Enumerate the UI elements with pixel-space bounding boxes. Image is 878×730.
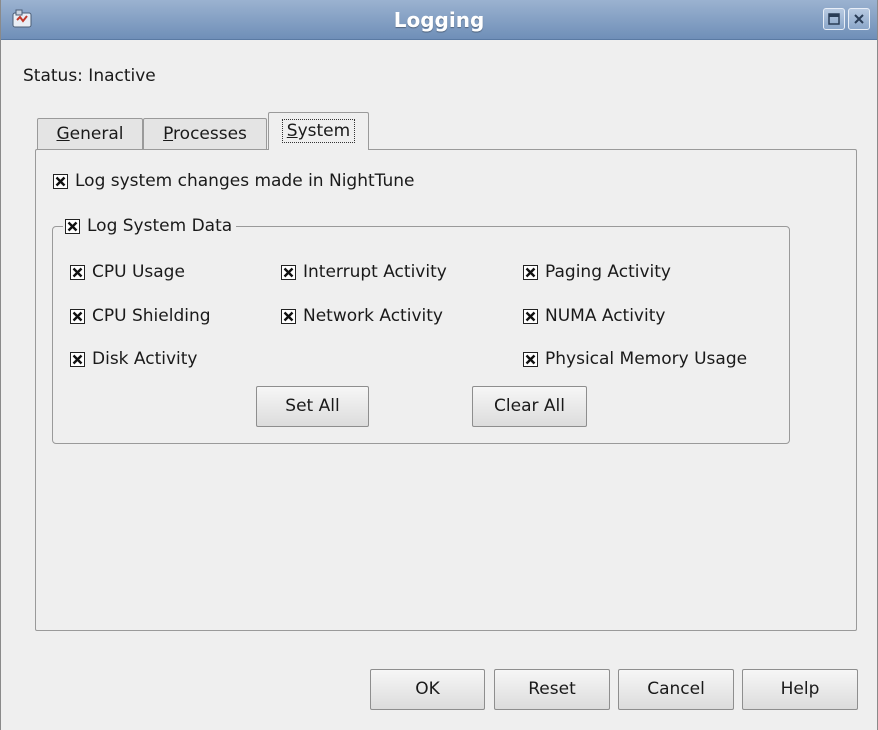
set-all-button[interactable]: Set All	[256, 386, 369, 427]
checkbox-checked-icon[interactable]	[523, 264, 538, 280]
ok-button[interactable]: OK	[370, 669, 485, 710]
checkbox-checked-icon[interactable]	[523, 308, 538, 324]
tab-system-label: ystem	[297, 121, 351, 141]
checkbox-checked-icon[interactable]	[65, 218, 80, 234]
status-label: Status: Inactive	[23, 66, 156, 86]
checkbox-checked-icon[interactable]	[281, 308, 296, 324]
help-button[interactable]: Help	[742, 669, 858, 710]
log-system-data-group	[52, 226, 790, 444]
network-activity-checkbox[interactable]: Network Activity	[281, 306, 443, 326]
log-changes-checkbox[interactable]: Log system changes made in NightTune	[53, 171, 414, 191]
tab-processes[interactable]: Processes	[143, 118, 267, 150]
tab-general-mnemonic: G	[56, 124, 70, 144]
tab-system[interactable]: System	[268, 112, 369, 150]
window-title: Logging	[393, 8, 485, 32]
checkbox-checked-icon[interactable]	[70, 264, 85, 280]
logging-window: Logging Status: Inactive General Process…	[0, 0, 878, 730]
maximize-icon[interactable]	[823, 8, 845, 30]
cancel-button[interactable]: Cancel	[618, 669, 734, 710]
tab-system-focus: System	[281, 119, 356, 143]
reset-button[interactable]: Reset	[494, 669, 610, 710]
numa-activity-label: NUMA Activity	[545, 306, 666, 326]
cpu-shielding-label: CPU Shielding	[92, 306, 211, 326]
numa-activity-checkbox[interactable]: NUMA Activity	[523, 306, 665, 326]
cpu-usage-label: CPU Usage	[92, 262, 185, 282]
tab-processes-mnemonic: P	[163, 124, 174, 144]
clear-all-button[interactable]: Clear All	[472, 386, 587, 427]
cpu-shielding-checkbox[interactable]: CPU Shielding	[70, 306, 211, 326]
interrupt-activity-checkbox[interactable]: Interrupt Activity	[281, 262, 447, 282]
tab-general-label: eneral	[69, 124, 124, 144]
title-bar[interactable]: Logging	[1, 0, 877, 40]
checkbox-checked-icon[interactable]	[523, 351, 538, 367]
paging-activity-checkbox[interactable]: Paging Activity	[523, 262, 671, 282]
log-system-data-label: Log System Data	[87, 216, 233, 236]
checkbox-checked-icon[interactable]	[53, 173, 68, 189]
disk-activity-label: Disk Activity	[92, 349, 198, 369]
close-icon[interactable]	[848, 8, 870, 30]
physical-memory-usage-label: Physical Memory Usage	[545, 349, 748, 369]
checkbox-checked-icon[interactable]	[70, 351, 85, 367]
physical-memory-usage-checkbox[interactable]: Physical Memory Usage	[523, 349, 747, 369]
cpu-usage-checkbox[interactable]: CPU Usage	[70, 262, 185, 282]
log-system-data-checkbox[interactable]: Log System Data	[63, 216, 237, 236]
checkbox-checked-icon[interactable]	[70, 308, 85, 324]
network-activity-label: Network Activity	[303, 306, 443, 326]
log-changes-label: Log system changes made in NightTune	[75, 171, 415, 191]
checkbox-checked-icon[interactable]	[281, 264, 296, 280]
tab-system-mnemonic: S	[286, 121, 298, 141]
disk-activity-checkbox[interactable]: Disk Activity	[70, 349, 198, 369]
tab-general[interactable]: General	[37, 118, 143, 150]
paging-activity-label: Paging Activity	[545, 262, 671, 282]
interrupt-activity-label: Interrupt Activity	[303, 262, 447, 282]
tab-processes-label: rocesses	[173, 124, 247, 144]
